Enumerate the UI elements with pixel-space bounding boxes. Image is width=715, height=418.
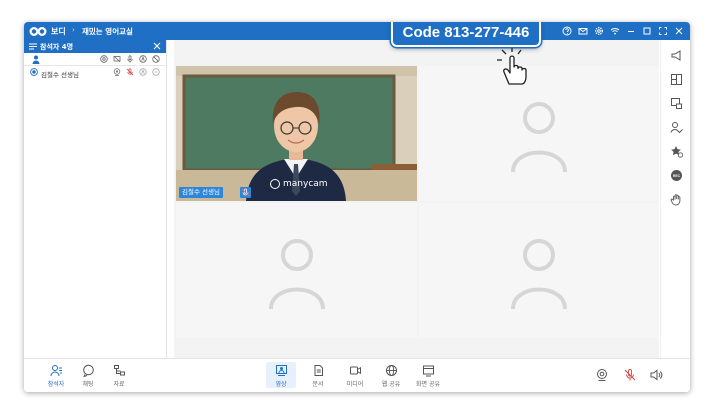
fullscreen-icon[interactable] (658, 26, 668, 36)
room-title: 재밌는 영어교실 (82, 27, 133, 36)
tab-label: 채팅 (82, 381, 94, 388)
participants-panel: 참석자 4명 김철수 선생님 (24, 40, 167, 358)
person-icon (32, 55, 40, 64)
brand-name: 보디 (51, 26, 66, 36)
tab-label: 화면 공유 (416, 381, 440, 388)
user-placeholder-icon (511, 101, 567, 172)
manycam-logo-icon (270, 179, 280, 189)
minimize-icon[interactable] (626, 26, 636, 36)
speaker-icon[interactable] (649, 368, 663, 382)
announce-icon[interactable] (670, 49, 683, 62)
control-icon[interactable] (139, 55, 147, 63)
close-icon[interactable] (674, 26, 684, 36)
video-layout-icon (275, 365, 287, 376)
app-logo: 보디 (29, 25, 66, 37)
webcam-icon[interactable] (595, 368, 609, 382)
right-toolbar: REC (660, 40, 690, 358)
rec-icon[interactable]: REC (670, 169, 683, 182)
video-tile-empty[interactable] (419, 203, 659, 338)
maximize-icon[interactable] (642, 26, 652, 36)
tab-participants[interactable]: 참석자 (41, 364, 71, 388)
wifi-icon (610, 26, 620, 36)
tab-chat[interactable]: 채팅 (73, 364, 103, 388)
files-icon (113, 365, 125, 376)
camera-icon[interactable] (113, 68, 121, 76)
video-tile-teacher[interactable]: manycam 김철수 선생님 (176, 66, 417, 201)
participants-count-title: 참석자 4명 (40, 43, 74, 51)
app-window: 보디 › 재밌는 영어교실 참석자 4명 김철수 선생님 manycam 김철수… (24, 22, 690, 392)
tab-files[interactable]: 자료 (104, 364, 134, 388)
participants-header: 참석자 4명 (24, 40, 166, 53)
video-tile-empty[interactable] (419, 66, 659, 201)
title-separator: › (72, 26, 75, 34)
tab-label: 자료 (113, 381, 125, 388)
manycam-watermark: manycam (270, 179, 328, 189)
web-share-icon (385, 365, 397, 376)
participants-column-header (24, 53, 166, 66)
close-panel-icon[interactable] (152, 41, 162, 51)
chat-block-icon[interactable] (152, 55, 160, 63)
tab-document[interactable]: 문서 (303, 364, 333, 388)
user-check-icon[interactable] (670, 121, 683, 134)
bottom-toolbar: 참석자 채팅 자료 영상 문서 미디어 웹 공유 화면 공유 (24, 358, 690, 392)
chat-icon (82, 364, 94, 377)
column-icons (100, 55, 160, 63)
screen-share-icon (422, 365, 434, 377)
layout-icon[interactable] (670, 73, 683, 86)
chat-icon[interactable] (152, 68, 160, 76)
document-icon (314, 365, 323, 376)
mic-muted-icon[interactable] (623, 368, 637, 382)
participant-name: 김철수 선생님 (41, 71, 79, 79)
rec-label: REC (673, 174, 681, 178)
tab-label: 영상 (275, 381, 287, 388)
help-icon[interactable] (562, 26, 572, 36)
media-icon (349, 366, 361, 375)
user-placeholder-icon (268, 238, 325, 309)
title-bar: 보디 › 재밌는 영어교실 (24, 22, 690, 40)
tab-label: 미디어 (346, 381, 364, 388)
tab-web-share[interactable]: 웹 공유 (376, 364, 406, 388)
participant-status-icons (113, 68, 160, 76)
window-controls (562, 24, 684, 38)
mic-icon[interactable] (126, 55, 134, 63)
user-placeholder-icon (511, 238, 567, 309)
meeting-code-callout: Code 813-277-446 (391, 22, 541, 47)
participants-icon (50, 365, 62, 377)
raise-hand-icon[interactable] (670, 193, 683, 206)
tab-label: 웹 공유 (381, 381, 401, 388)
screen-record-icon[interactable] (670, 97, 683, 110)
tab-label: 문서 (312, 381, 324, 388)
video-tile-empty[interactable] (176, 203, 417, 338)
menu-icon[interactable] (29, 42, 37, 51)
tab-label: 참석자 (47, 381, 65, 388)
tab-video[interactable]: 영상 (266, 362, 296, 388)
camera-icon[interactable] (100, 55, 108, 63)
screen-share-icon[interactable] (113, 55, 121, 63)
tab-media[interactable]: 미디어 (340, 364, 370, 388)
settings-icon[interactable] (594, 26, 604, 36)
logo-icon (29, 26, 47, 36)
star-add-icon[interactable] (670, 145, 683, 158)
watermark-text: manycam (283, 179, 328, 189)
tab-screen-share[interactable]: 화면 공유 (413, 364, 443, 388)
mic-muted-icon[interactable] (126, 68, 134, 76)
participant-row[interactable]: 김철수 선생님 (24, 66, 166, 79)
control-icon[interactable] (139, 68, 147, 76)
video-grid: manycam 김철수 선생님 (174, 40, 659, 358)
pointing-hand-cursor-icon (497, 48, 527, 85)
mic-muted-icon (240, 187, 251, 198)
presenter-radio-icon (30, 68, 38, 76)
tile-name-tag: 김철수 선생님 (179, 187, 223, 198)
mail-icon[interactable] (578, 26, 588, 36)
